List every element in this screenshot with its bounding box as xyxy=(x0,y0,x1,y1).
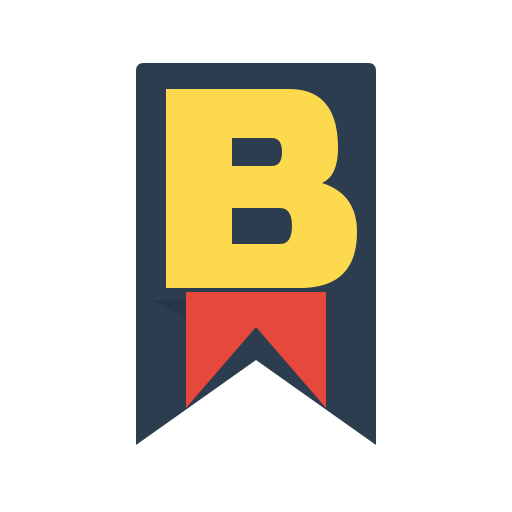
app-icon-canvas xyxy=(0,0,512,512)
bookmark-badge-icon xyxy=(136,63,376,445)
logo-letter-b xyxy=(166,89,357,288)
